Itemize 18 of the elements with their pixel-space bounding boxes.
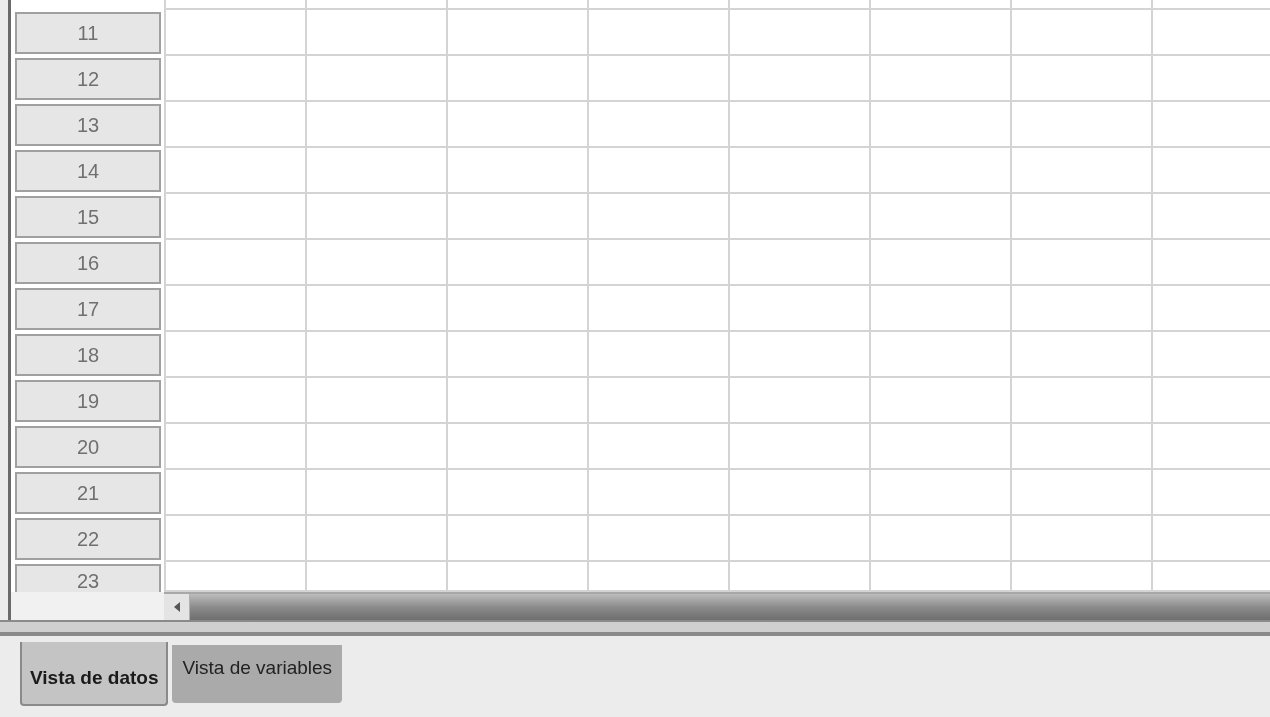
view-tab[interactable]: Vista de datos — [20, 642, 169, 706]
row-header[interactable]: 20 — [15, 426, 161, 468]
row-header[interactable]: 14 — [15, 150, 161, 192]
row-header[interactable]: 19 — [15, 380, 161, 422]
row-header[interactable]: 21 — [15, 472, 161, 514]
row-header[interactable]: 12 — [15, 58, 161, 100]
view-tab[interactable]: Vista de variables — [172, 645, 343, 703]
row-header[interactable]: 16 — [15, 242, 161, 284]
row-header[interactable]: 13 — [15, 104, 161, 146]
scroll-left-button[interactable] — [164, 594, 190, 620]
row-header[interactable]: 18 — [15, 334, 161, 376]
row-header[interactable]: 22 — [15, 518, 161, 560]
scrollbar-thumb[interactable] — [190, 594, 1270, 620]
row-header[interactable]: 15 — [15, 196, 161, 238]
row-header[interactable]: 17 — [15, 288, 161, 330]
row-header[interactable]: 23 — [15, 564, 161, 592]
row-header[interactable]: 11 — [15, 12, 161, 54]
scroll-left-icon — [173, 602, 180, 612]
